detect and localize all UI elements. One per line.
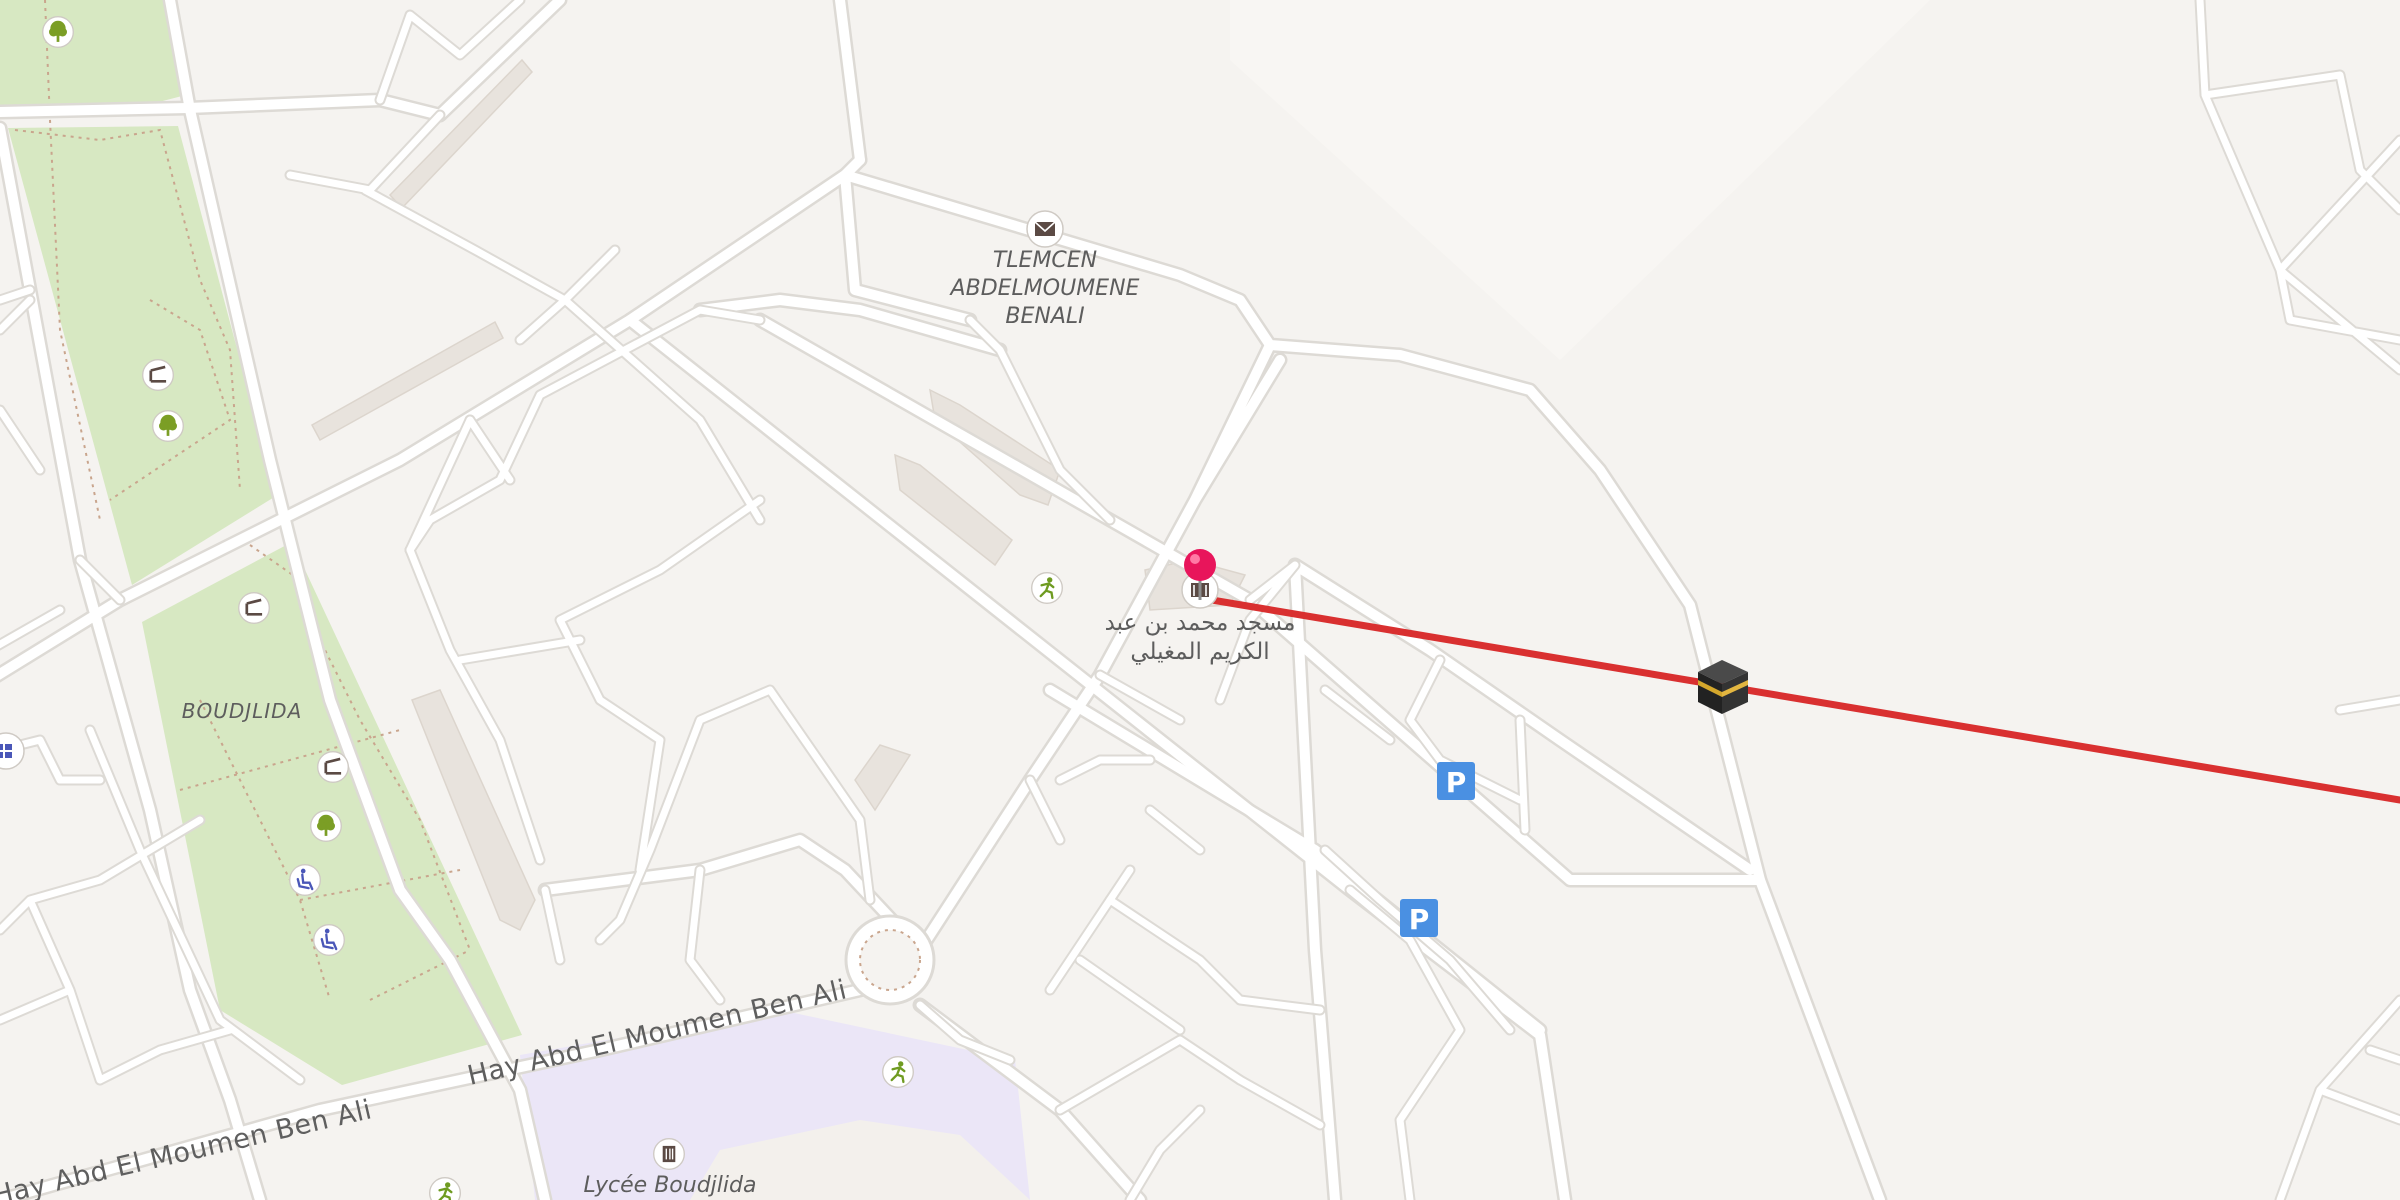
post-office-label-line3: BENALI [1005, 304, 1084, 329]
school-icon[interactable] [653, 1138, 685, 1170]
parking-icon[interactable]: P [1437, 762, 1475, 800]
wheelchair-icon[interactable] [288, 863, 322, 897]
post-office-label-line1: TLEMCEN [993, 248, 1097, 273]
school-label: Lycée Boudjlida [584, 1173, 757, 1198]
parking-icon[interactable]: P [1400, 899, 1438, 937]
bench-icon[interactable] [141, 358, 175, 392]
map-canvas[interactable]: Hay Abd El Moumen Ben Ali Hay Abd El Mou… [0, 0, 2400, 1200]
envelope-icon [1026, 210, 1064, 248]
parking-icon-label: P [1446, 766, 1467, 799]
mosque-label-line1: مسجد محمد بن عبد [1105, 610, 1296, 636]
running-person-icon[interactable] [881, 1055, 915, 1089]
post-office-label-line2: ABDELMOUMENE [949, 276, 1140, 301]
bench-icon[interactable] [316, 750, 350, 784]
tree-icon[interactable] [310, 810, 342, 842]
tree-icon[interactable] [152, 410, 184, 442]
parking-icon-label: P [1409, 903, 1430, 936]
park-label-boudjlida: BOUDJLIDA [182, 699, 303, 723]
bench-icon[interactable] [237, 591, 271, 625]
roundabout [844, 914, 936, 1006]
running-person-icon[interactable] [1030, 571, 1064, 605]
mosque-label-line2: الكريم المغيلي [1130, 639, 1269, 665]
tree-icon[interactable] [42, 16, 74, 48]
wheelchair-icon[interactable] [312, 923, 346, 957]
park-area-north-top [0, 0, 182, 112]
